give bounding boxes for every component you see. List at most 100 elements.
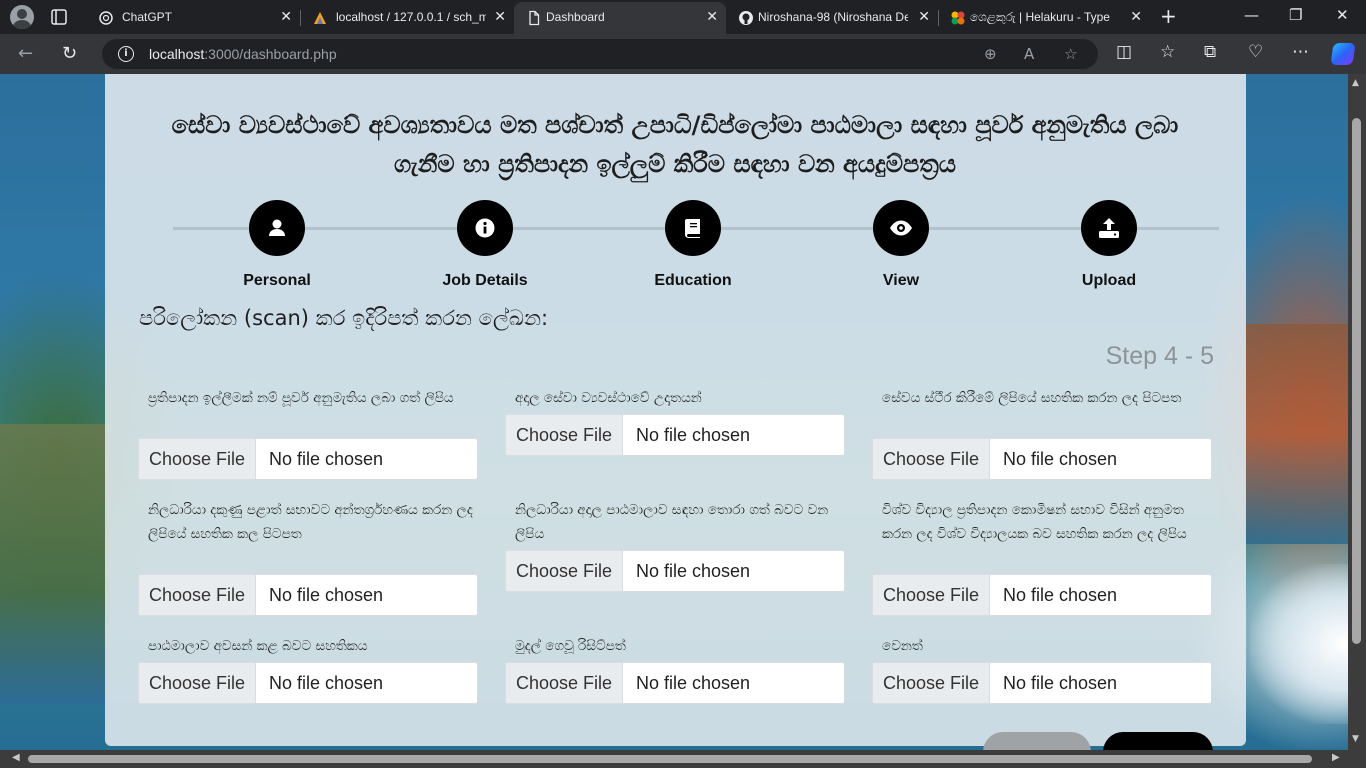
close-tab-icon[interactable]: ✕ xyxy=(918,9,930,25)
file-input[interactable]: Choose File No file chosen xyxy=(872,574,1212,616)
reload-icon[interactable]: ↻ xyxy=(62,43,77,64)
tab-title: ChatGPT xyxy=(122,10,173,24)
book-icon xyxy=(685,219,700,238)
address-bar[interactable]: i localhost:3000/dashboard.php ⊕ A ☆ xyxy=(102,39,1098,69)
step-circle[interactable] xyxy=(457,200,513,256)
file-input[interactable]: Choose File No file chosen xyxy=(505,662,845,704)
field-label: නිලධාරියා දකුණු පළාත් සභාවට අන්තර්ග්‍රහණ… xyxy=(148,502,473,542)
more-menu-icon[interactable]: ⋯ xyxy=(1292,42,1309,62)
choose-file-button[interactable]: Choose File xyxy=(873,439,990,479)
scrollbar-thumb[interactable] xyxy=(28,755,1312,763)
read-aloud-icon[interactable]: A xyxy=(1024,45,1034,63)
file-input[interactable]: Choose File No file chosen xyxy=(872,662,1212,704)
upload-field-ugc-certification: විශ්ව විද්‍යාල ප්‍රතිපාදන කොමිෂන් සභාව ව… xyxy=(872,498,1212,616)
step-label: View xyxy=(882,272,920,289)
scrollbar-thumb[interactable] xyxy=(1352,118,1361,644)
upload-field-payment-receipts: මුදල් ගෙවූ රිසිට්පත් Choose File No file… xyxy=(505,634,845,704)
tab-phpmyadmin[interactable]: localhost / 127.0.0.1 / sch_m ✕ xyxy=(300,2,514,34)
choose-file-button[interactable]: Choose File xyxy=(139,575,256,615)
vertical-scrollbar[interactable]: ▲ ▼ xyxy=(1348,74,1366,750)
step-label: Upload xyxy=(1081,272,1137,289)
browser-toolbar: ← ↻ i localhost:3000/dashboard.php ⊕ A ☆… xyxy=(0,34,1366,74)
upload-field-absorption-letter: නිලධාරියා දකුණු පළාත් සභාවට අන්තර්ග්‍රහණ… xyxy=(138,498,478,616)
file-status: No file chosen xyxy=(636,561,751,581)
file-input[interactable]: Choose File No file chosen xyxy=(138,662,478,704)
upload-field-other: වෙනත් Choose File No file chosen xyxy=(872,634,1212,704)
split-screen-icon[interactable]: ◫ xyxy=(1116,42,1132,62)
tab-title: Dashboard xyxy=(546,10,605,24)
file-input[interactable]: Choose File No file chosen xyxy=(138,574,478,616)
performance-heart-icon[interactable]: ♡ xyxy=(1248,42,1263,62)
step-indicator: Step 4 - 5 xyxy=(1105,342,1214,370)
scroll-right-icon[interactable]: ▶ xyxy=(1332,752,1340,763)
profile-avatar-icon[interactable] xyxy=(10,5,34,29)
choose-file-button[interactable]: Choose File xyxy=(506,551,623,591)
step-circle[interactable] xyxy=(249,200,305,256)
page-title: සේවා ව්‍යවස්ථාවේ අවශ්‍යතාවය මත පශ්චාත් උ… xyxy=(171,111,1179,178)
tab-actions-icon[interactable] xyxy=(50,8,68,26)
favorites-icon[interactable]: ☆ xyxy=(1160,42,1175,62)
close-tab-icon[interactable]: ✕ xyxy=(280,9,292,25)
scroll-up-icon[interactable]: ▲ xyxy=(1352,78,1359,88)
choose-file-button[interactable]: Choose File xyxy=(506,663,623,703)
choose-file-button[interactable]: Choose File xyxy=(506,415,623,455)
tab-dashboard[interactable]: Dashboard ✕ xyxy=(514,2,726,34)
choose-file-button[interactable]: Choose File xyxy=(873,663,990,703)
info-icon xyxy=(475,218,495,238)
step-circle[interactable] xyxy=(1081,200,1137,256)
page-viewport: සේවා ව්‍යවස්ථාවේ අවශ්‍යතාවය මත පශ්චාත් උ… xyxy=(0,74,1366,768)
choose-file-button[interactable]: Choose File xyxy=(139,663,256,703)
field-label: පාඨමාලාව අවසන් කළ බවට සහතිකය xyxy=(148,638,368,654)
step-label: Personal xyxy=(243,272,311,289)
file-status: No file chosen xyxy=(1003,673,1118,693)
file-input[interactable]: Choose File No file chosen xyxy=(505,550,845,592)
file-status: No file chosen xyxy=(1003,449,1118,469)
zoom-icon[interactable]: ⊕ xyxy=(984,45,997,63)
browser-tab-strip: ChatGPT ✕ localhost / 127.0.0.1 / sch_m … xyxy=(0,0,1366,34)
horizontal-scrollbar[interactable]: ◀ ▶ xyxy=(0,750,1366,768)
close-tab-icon[interactable]: ✕ xyxy=(494,9,506,25)
collections-icon[interactable]: ⧉ xyxy=(1204,42,1216,62)
back-arrow-icon[interactable]: ← xyxy=(18,43,33,64)
new-tab-button[interactable]: + xyxy=(1160,4,1177,28)
file-status: No file chosen xyxy=(636,673,751,693)
file-input[interactable]: Choose File No file chosen xyxy=(872,438,1212,480)
tab-title: ශෙළකුරු | Helakuru - Type xyxy=(970,10,1110,24)
helakuru-icon xyxy=(951,11,965,25)
url-path: :3000/dashboard.php xyxy=(204,46,337,62)
eye-icon xyxy=(890,220,912,236)
url-text[interactable]: localhost:3000/dashboard.php xyxy=(149,46,337,62)
choose-file-button[interactable]: Choose File xyxy=(873,575,990,615)
close-window-button[interactable]: ✕ xyxy=(1336,6,1349,24)
section-title: පරිලෝකන (scan) කර ඉදිරිපත් කරන ලේඛන: xyxy=(139,306,549,330)
tab-github[interactable]: Niroshana-98 (Niroshana De ✕ xyxy=(726,2,938,34)
minimize-button[interactable]: — xyxy=(1244,6,1259,24)
close-tab-icon[interactable]: ✕ xyxy=(706,9,718,25)
application-form-panel: සේවා ව්‍යවස්ථාවේ අවශ්‍යතාවය මත පශ්චාත් උ… xyxy=(105,74,1246,768)
step-circle[interactable] xyxy=(873,200,929,256)
maximize-button[interactable]: ❐ xyxy=(1289,6,1302,24)
site-info-icon[interactable]: i xyxy=(118,46,134,62)
tab-helakuru[interactable]: ශෙළකුරු | Helakuru - Type ✕ xyxy=(938,2,1150,34)
file-input[interactable]: Choose File No file chosen xyxy=(505,414,845,456)
choose-file-button[interactable]: Choose File xyxy=(139,439,256,479)
tab-chatgpt[interactable]: ChatGPT ✕ xyxy=(86,2,300,34)
close-tab-icon[interactable]: ✕ xyxy=(1130,9,1142,25)
step-circle[interactable] xyxy=(665,200,721,256)
favorite-star-icon[interactable]: ☆ xyxy=(1064,45,1077,63)
file-status: No file chosen xyxy=(269,449,384,469)
field-label: ප්‍රතිපාදන ඉල්ලීමක් නම් පූර්ව අනුමැතිය ල… xyxy=(148,390,454,406)
url-host: localhost xyxy=(149,46,205,62)
copilot-icon[interactable] xyxy=(1330,43,1356,65)
scroll-left-icon[interactable]: ◀ xyxy=(12,752,20,763)
file-input[interactable]: Choose File No file chosen xyxy=(138,438,478,480)
tab-title: localhost / 127.0.0.1 / sch_m xyxy=(336,10,486,24)
field-label: විශ්ව විද්‍යාල ප්‍රතිපාදන කොමිෂන් සභාව ව… xyxy=(882,502,1187,542)
step-label: Education xyxy=(654,272,732,289)
scroll-down-icon[interactable]: ▼ xyxy=(1352,734,1359,744)
field-label: අදාල සේවා ව්‍යවස්ථාවේ උදෘතයන් xyxy=(515,390,702,406)
document-icon xyxy=(529,10,540,26)
file-status: No file chosen xyxy=(1003,585,1118,605)
file-status: No file chosen xyxy=(269,673,384,693)
chatgpt-icon xyxy=(99,11,113,25)
